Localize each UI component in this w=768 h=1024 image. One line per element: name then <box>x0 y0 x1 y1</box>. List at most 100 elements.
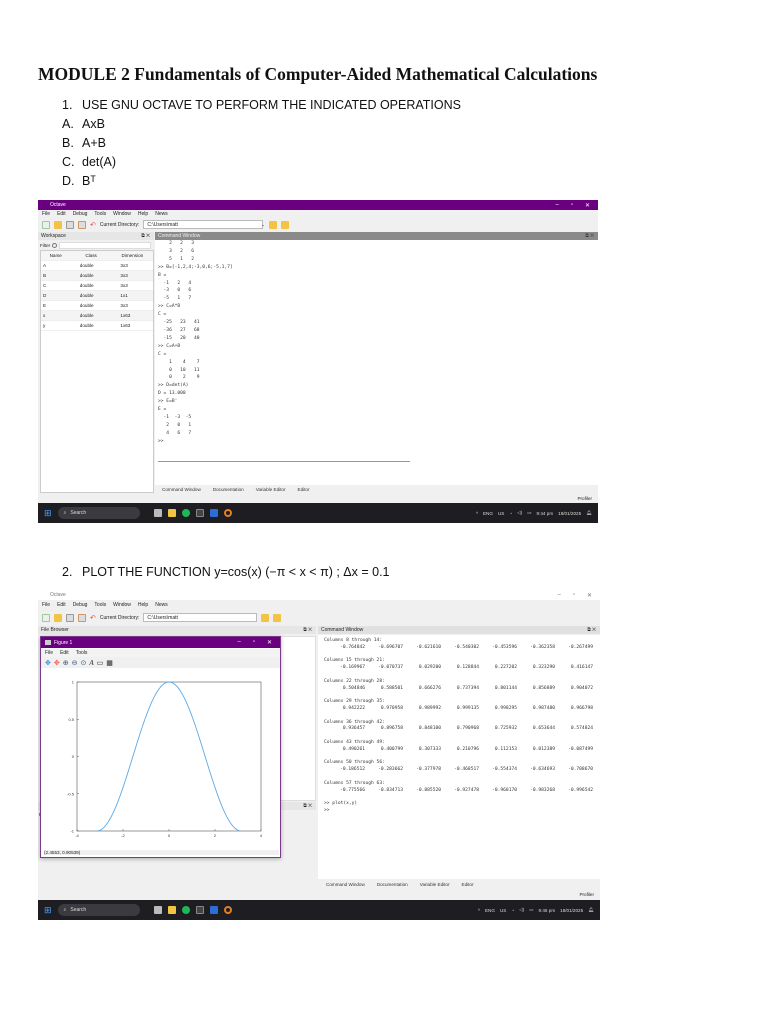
table-row[interactable]: Ddouble 1x1 <box>41 291 153 301</box>
table-cell: double <box>79 303 94 308</box>
table-row[interactable]: y double 1x63 <box>41 321 153 331</box>
taskbar-search[interactable]: ⌕ Search <box>57 507 140 519</box>
undo-icon[interactable]: ↶ <box>90 614 96 622</box>
menu-window[interactable]: Window <box>113 602 131 608</box>
open-folder-icon[interactable] <box>54 220 62 229</box>
menu-debug[interactable]: Debug <box>73 211 88 217</box>
tab-variable-editor[interactable]: Variable Editor <box>420 882 450 887</box>
grid-icon[interactable]: ▦ <box>106 659 113 667</box>
text-icon[interactable]: A <box>89 659 93 667</box>
menu-news[interactable]: News <box>155 602 168 608</box>
tab-editor[interactable]: Editor <box>462 882 474 887</box>
word-icon[interactable] <box>209 906 218 914</box>
menu-file[interactable]: File <box>42 211 50 217</box>
maximize-button[interactable]: ▫ <box>253 639 255 646</box>
octave-icon[interactable] <box>223 906 232 914</box>
octave-icon[interactable] <box>223 509 232 517</box>
windows-start-icon[interactable]: ⊞ <box>44 905 52 916</box>
tab-editor[interactable]: Editor <box>298 487 310 492</box>
file-explorer-icon[interactable] <box>167 906 176 914</box>
close-button[interactable]: ✕ <box>267 639 272 646</box>
rotate-icon[interactable]: ✥ <box>54 659 60 667</box>
paste-icon[interactable] <box>78 613 86 622</box>
menu-help[interactable]: Help <box>138 602 148 608</box>
copy-icon[interactable] <box>66 220 74 229</box>
table-row[interactable]: x double 1x63 <box>41 311 153 321</box>
paste-icon[interactable] <box>78 220 86 229</box>
task-view-icon[interactable] <box>153 906 162 914</box>
command-window-header: Command Window ⧉ ✕ <box>155 232 598 240</box>
terminal-icon[interactable] <box>195 509 204 517</box>
terminal-icon[interactable] <box>195 906 204 914</box>
value: 0.210796 <box>456 746 479 752</box>
browse-folder-icon[interactable] <box>280 220 289 229</box>
x-tick-label: -4 <box>75 833 79 838</box>
menu-tools[interactable]: Tools <box>94 211 106 217</box>
current-directory-input[interactable]: C:\Users\matt <box>143 613 258 622</box>
menu-bar: File Edit Debug Tools Window Help News <box>38 210 598 218</box>
columns-header: Columns 8 through 14: <box>324 638 383 643</box>
tab-variable-editor[interactable]: Variable Editor <box>256 487 286 492</box>
menu-file[interactable]: File <box>42 602 50 608</box>
open-folder-icon[interactable] <box>54 613 62 622</box>
table-row[interactable]: Bdouble 3x3 <box>41 271 153 281</box>
menu-window[interactable]: Window <box>113 211 131 217</box>
octave-screenshot-1: Octave – ▫ ✕ File Edit Debug Tools Window Help Ne… <box>38 200 598 523</box>
new-file-icon[interactable] <box>42 220 50 229</box>
output-line: -15 20 40 <box>158 335 200 341</box>
menu-debug[interactable]: Debug <box>73 602 88 608</box>
zoom-out-icon[interactable]: ⊖ <box>72 659 78 667</box>
tab-documentation[interactable]: Documentation <box>213 487 244 492</box>
columns-header: Columns 57 through 63: <box>324 780 385 786</box>
tab-documentation[interactable]: Documentation <box>377 882 408 887</box>
axes-icon[interactable]: ▭ <box>97 659 104 667</box>
command-window-output[interactable]: 2 2 3 3 2 6 5 1 2 >> B=[-1,2,4;-3,0,6;-5,… <box>155 240 598 485</box>
minimize-button[interactable]: – <box>237 639 240 646</box>
table-row[interactable]: Adouble 3x3 <box>41 261 153 271</box>
menu-news[interactable]: News <box>155 211 168 217</box>
spotify-icon[interactable] <box>181 906 190 914</box>
wifi-icon: ◔ <box>511 907 515 913</box>
profiler-label[interactable]: Profiler <box>577 496 592 501</box>
windows-start-icon[interactable]: ⊞ <box>44 508 52 519</box>
task-view-icon[interactable] <box>153 509 162 517</box>
table-cell: D <box>43 293 47 298</box>
profiler-label[interactable]: Profiler <box>579 892 594 897</box>
figure-menu-file[interactable]: File <box>45 650 53 656</box>
word-icon[interactable] <box>209 509 218 517</box>
menu-tools[interactable]: Tools <box>94 602 106 608</box>
taskbar-search[interactable]: ⌕ Search <box>57 904 140 916</box>
undo-icon[interactable]: ↶ <box>90 221 96 229</box>
table-row[interactable]: Cdouble 3x3 <box>41 281 153 291</box>
title-bar: Octave – ▫ ✕ <box>38 590 600 600</box>
tab-command-window[interactable]: Command Window <box>326 882 365 887</box>
figure-menu-edit[interactable]: Edit <box>60 650 69 656</box>
spotify-icon[interactable] <box>181 509 190 517</box>
current-directory-input[interactable]: C:\Users\matt <box>143 220 264 229</box>
cos-plot[interactable]: -4 -2 0 2 4 1 0.5 0 -0.5 -1 <box>41 669 280 849</box>
filter-input[interactable] <box>59 241 151 249</box>
table-row[interactable]: Edouble 3x3 <box>41 301 153 311</box>
zoom-in-icon[interactable]: ⊕ <box>63 659 69 667</box>
command-window-output[interactable]: Columns 8 through 14: -0.764842 -0.696707-… <box>318 635 600 879</box>
parent-folder-icon[interactable] <box>261 613 270 622</box>
output-line: -1 2 4 <box>158 280 192 286</box>
browse-folder-icon[interactable] <box>273 613 282 622</box>
menu-edit[interactable]: Edit <box>57 211 66 217</box>
pan-icon[interactable]: ✥ <box>45 659 51 667</box>
filter-checkbox[interactable] <box>52 242 58 248</box>
zoom-reset-icon[interactable]: ⊙ <box>81 659 87 667</box>
value: -0.996542 <box>568 787 593 793</box>
menu-edit[interactable]: Edit <box>57 602 66 608</box>
parent-folder-icon[interactable] <box>268 220 277 229</box>
values-row: -0.169967 -0.070737 0.029200 0.128844 0.2272… <box>327 665 600 672</box>
tab-command-window[interactable]: Command Window <box>162 487 201 492</box>
figure-menu-tools[interactable]: Tools <box>76 650 88 656</box>
copy-icon[interactable] <box>66 613 74 622</box>
new-file-icon[interactable] <box>42 613 50 622</box>
file-explorer-icon[interactable] <box>167 509 176 517</box>
output-line: B = <box>158 272 167 278</box>
menu-help[interactable]: Help <box>138 211 148 217</box>
item-a: A. AxB <box>62 117 105 131</box>
